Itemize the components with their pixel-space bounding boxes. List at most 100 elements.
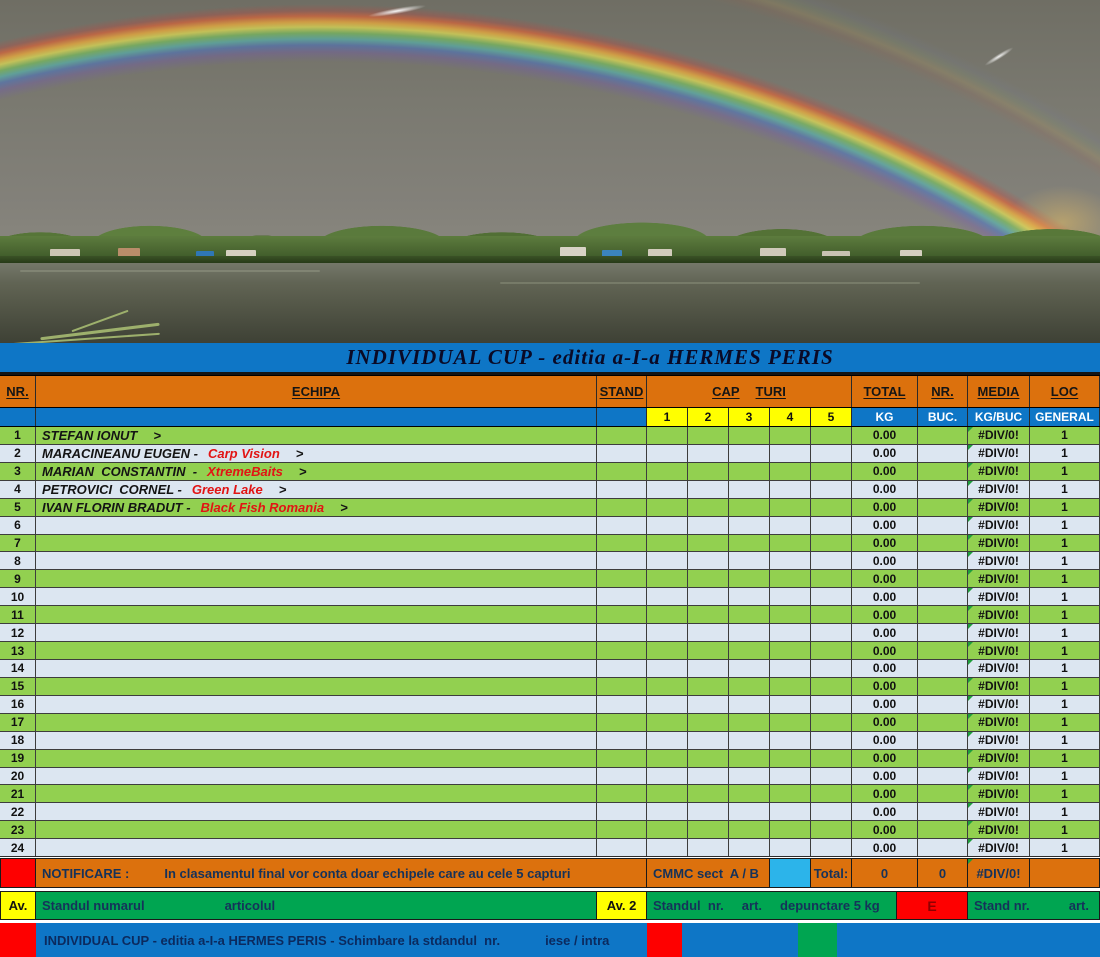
media-cell[interactable]: #DIV/0! xyxy=(968,499,1030,516)
capture-cell-5[interactable] xyxy=(811,606,852,623)
capture-cell-2[interactable] xyxy=(688,785,729,802)
capture-cell-1[interactable] xyxy=(647,785,688,802)
capture-cell-3[interactable] xyxy=(729,570,770,587)
capture-cell-3[interactable] xyxy=(729,803,770,820)
total-kg-cell[interactable]: 0.00 xyxy=(852,785,918,802)
team-cell[interactable] xyxy=(36,839,597,856)
row-number-cell[interactable]: 1 xyxy=(0,427,36,444)
media-cell[interactable]: #DIV/0! xyxy=(968,714,1030,731)
team-cell[interactable] xyxy=(36,714,597,731)
team-cell[interactable] xyxy=(36,535,597,552)
capture-cell-2[interactable] xyxy=(688,463,729,480)
capture-cell-1[interactable] xyxy=(647,427,688,444)
header-nr-buc[interactable]: NR. xyxy=(918,376,968,407)
capture-cell-1[interactable] xyxy=(647,714,688,731)
capture-cell-1[interactable] xyxy=(647,606,688,623)
nr-buc-cell[interactable] xyxy=(918,427,968,444)
total-kg-cell[interactable]: 0.00 xyxy=(852,768,918,785)
capture-cell-1[interactable] xyxy=(647,570,688,587)
total-kg-cell[interactable]: 0.00 xyxy=(852,803,918,820)
capture-cell-3[interactable] xyxy=(729,678,770,695)
standul-numarul-cell[interactable]: Standul numarul articolul xyxy=(36,891,597,920)
capture-cell-2[interactable] xyxy=(688,732,729,749)
capture-cell-2[interactable] xyxy=(688,696,729,713)
capture-cell-4[interactable] xyxy=(770,445,811,462)
capture-cell-3[interactable] xyxy=(729,499,770,516)
subheader-blank-stand[interactable] xyxy=(597,408,647,426)
header-echipa[interactable]: ECHIPA xyxy=(36,376,597,407)
loc-general-cell[interactable]: 1 xyxy=(1030,463,1100,480)
row-number-cell[interactable]: 20 xyxy=(0,768,36,785)
footer-green-marker[interactable] xyxy=(798,923,837,957)
footer-red-marker-left[interactable] xyxy=(0,923,36,957)
av2-label-cell[interactable]: Av. 2 xyxy=(597,891,647,920)
loc-general-cell[interactable]: 1 xyxy=(1030,803,1100,820)
capture-cell-2[interactable] xyxy=(688,588,729,605)
total-kg-cell[interactable]: 0.00 xyxy=(852,570,918,587)
capture-cell-5[interactable] xyxy=(811,750,852,767)
header-stand[interactable]: STAND xyxy=(597,376,647,407)
stand-cell[interactable] xyxy=(597,481,647,498)
team-cell[interactable]: PETROVICI CORNEL -Green Lake> xyxy=(36,481,597,498)
capture-cell-4[interactable] xyxy=(770,750,811,767)
total-kg-cell[interactable]: 0.00 xyxy=(852,821,918,838)
stand-cell[interactable] xyxy=(597,463,647,480)
capture-cell-2[interactable] xyxy=(688,768,729,785)
loc-general-cell[interactable]: 1 xyxy=(1030,785,1100,802)
capture-cell-3[interactable] xyxy=(729,624,770,641)
stand-cell[interactable] xyxy=(597,427,647,444)
stand-cell[interactable] xyxy=(597,785,647,802)
capture-cell-4[interactable] xyxy=(770,535,811,552)
total-kg-cell[interactable]: 0.00 xyxy=(852,624,918,641)
nr-buc-cell[interactable] xyxy=(918,821,968,838)
capture-cell-5[interactable] xyxy=(811,768,852,785)
media-cell[interactable]: #DIV/0! xyxy=(968,588,1030,605)
media-cell[interactable]: #DIV/0! xyxy=(968,696,1030,713)
loc-general-cell[interactable]: 1 xyxy=(1030,660,1100,677)
capture-cell-2[interactable] xyxy=(688,678,729,695)
notification-cell[interactable]: NOTIFICARE : In clasamentul final vor co… xyxy=(36,858,647,888)
loc-general-cell[interactable]: 1 xyxy=(1030,517,1100,534)
capture-cell-3[interactable] xyxy=(729,642,770,659)
capture-cell-4[interactable] xyxy=(770,517,811,534)
nr-buc-cell[interactable] xyxy=(918,463,968,480)
team-cell[interactable] xyxy=(36,803,597,820)
capture-cell-2[interactable] xyxy=(688,750,729,767)
subheader-general[interactable]: GENERAL xyxy=(1030,408,1100,426)
row-number-cell[interactable]: 18 xyxy=(0,732,36,749)
nr-buc-cell[interactable] xyxy=(918,588,968,605)
total-kg-cell[interactable]: 0.00 xyxy=(852,678,918,695)
total-buc-sum-cell[interactable]: 0 xyxy=(918,858,968,888)
capture-cell-1[interactable] xyxy=(647,552,688,569)
capture-cell-5[interactable] xyxy=(811,696,852,713)
capture-cell-4[interactable] xyxy=(770,839,811,856)
row-number-cell[interactable]: 11 xyxy=(0,606,36,623)
capture-cell-2[interactable] xyxy=(688,535,729,552)
capture-cell-2[interactable] xyxy=(688,803,729,820)
nr-buc-cell[interactable] xyxy=(918,606,968,623)
capture-cell-4[interactable] xyxy=(770,642,811,659)
media-cell[interactable]: #DIV/0! xyxy=(968,570,1030,587)
total-media-cell[interactable]: #DIV/0! xyxy=(968,858,1030,888)
team-cell[interactable] xyxy=(36,750,597,767)
capture-cell-2[interactable] xyxy=(688,839,729,856)
capture-cell-3[interactable] xyxy=(729,785,770,802)
loc-general-cell[interactable]: 1 xyxy=(1030,696,1100,713)
media-cell[interactable]: #DIV/0! xyxy=(968,517,1030,534)
nr-buc-cell[interactable] xyxy=(918,499,968,516)
media-cell[interactable]: #DIV/0! xyxy=(968,445,1030,462)
stand-cell[interactable] xyxy=(597,803,647,820)
capture-cell-4[interactable] xyxy=(770,660,811,677)
total-kg-cell[interactable]: 0.00 xyxy=(852,606,918,623)
stand-cell[interactable] xyxy=(597,499,647,516)
capture-cell-1[interactable] xyxy=(647,624,688,641)
capture-cell-3[interactable] xyxy=(729,714,770,731)
footer-blank-blue[interactable] xyxy=(682,923,798,957)
total-kg-cell[interactable]: 0.00 xyxy=(852,481,918,498)
row-number-cell[interactable]: 13 xyxy=(0,642,36,659)
capture-cell-3[interactable] xyxy=(729,750,770,767)
capture-cell-1[interactable] xyxy=(647,696,688,713)
total-kg-cell[interactable]: 0.00 xyxy=(852,732,918,749)
red-marker-cell[interactable] xyxy=(0,858,36,888)
loc-general-cell[interactable]: 1 xyxy=(1030,606,1100,623)
